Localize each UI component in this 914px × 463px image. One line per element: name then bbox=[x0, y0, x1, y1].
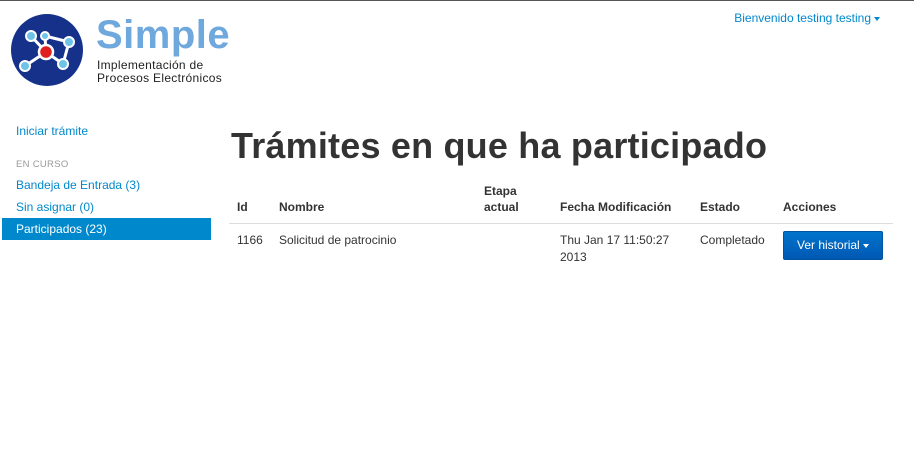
column-header-etapa: Etapa actual bbox=[476, 179, 552, 224]
logo-icon bbox=[11, 14, 83, 86]
cell-fecha-line2: 2013 bbox=[560, 250, 587, 264]
ver-historial-button[interactable]: Ver historial bbox=[783, 231, 883, 260]
column-header-etapa-line2: actual bbox=[484, 200, 519, 214]
ver-historial-label: Ver historial bbox=[797, 238, 860, 252]
table-row: 1166 Solicitud de patrocinio Thu Jan 17 … bbox=[229, 223, 893, 274]
cell-nombre: Solicitud de patrocinio bbox=[271, 223, 476, 274]
column-header-fecha: Fecha Modificación bbox=[560, 200, 672, 214]
cell-id: 1166 bbox=[229, 223, 271, 274]
caret-down-icon bbox=[874, 16, 880, 21]
cell-fecha-line1: Thu Jan 17 11:50:27 bbox=[560, 233, 670, 247]
welcome-text: Bienvenido testing testing bbox=[734, 11, 871, 25]
tramites-table: Id Nombre Etapa actual Fecha Modificació… bbox=[229, 179, 893, 274]
page-title: Trámites en que ha participado bbox=[231, 125, 768, 166]
sidebar-section-header: EN CURSO bbox=[16, 159, 69, 170]
sidebar-item-participados[interactable]: Participados (23) bbox=[2, 218, 211, 240]
cell-etapa bbox=[476, 223, 552, 274]
column-header-estado: Estado bbox=[700, 200, 741, 214]
cell-fecha: Thu Jan 17 11:50:27 2013 bbox=[552, 223, 692, 274]
table-header-row: Id Nombre Etapa actual Fecha Modificació… bbox=[229, 179, 893, 224]
brand-tagline-line2: Procesos Electrónicos bbox=[97, 71, 223, 85]
cell-estado: Completado bbox=[692, 223, 775, 274]
brand-tagline: Implementación de Procesos Electrónicos bbox=[97, 59, 222, 85]
user-menu-toggle[interactable]: Bienvenido testing testing bbox=[734, 11, 880, 25]
caret-down-icon bbox=[862, 243, 869, 248]
column-header-etapa-line1: Etapa bbox=[484, 184, 517, 198]
sidebar-item-sin-asignar[interactable]: Sin asignar (0) bbox=[2, 196, 211, 218]
cell-acciones: Ver historial bbox=[775, 223, 893, 274]
brand-name: Simple bbox=[96, 13, 231, 57]
column-header-acciones: Acciones bbox=[783, 200, 837, 214]
sidebar-item-bandeja-entrada[interactable]: Bandeja de Entrada (3) bbox=[2, 174, 211, 196]
sidebar: Iniciar trámite EN CURSO Bandeja de Entr… bbox=[2, 120, 211, 240]
column-header-id: Id bbox=[237, 200, 248, 214]
sidebar-item-iniciar-tramite[interactable]: Iniciar trámite bbox=[2, 120, 211, 142]
column-header-nombre: Nombre bbox=[279, 200, 325, 214]
